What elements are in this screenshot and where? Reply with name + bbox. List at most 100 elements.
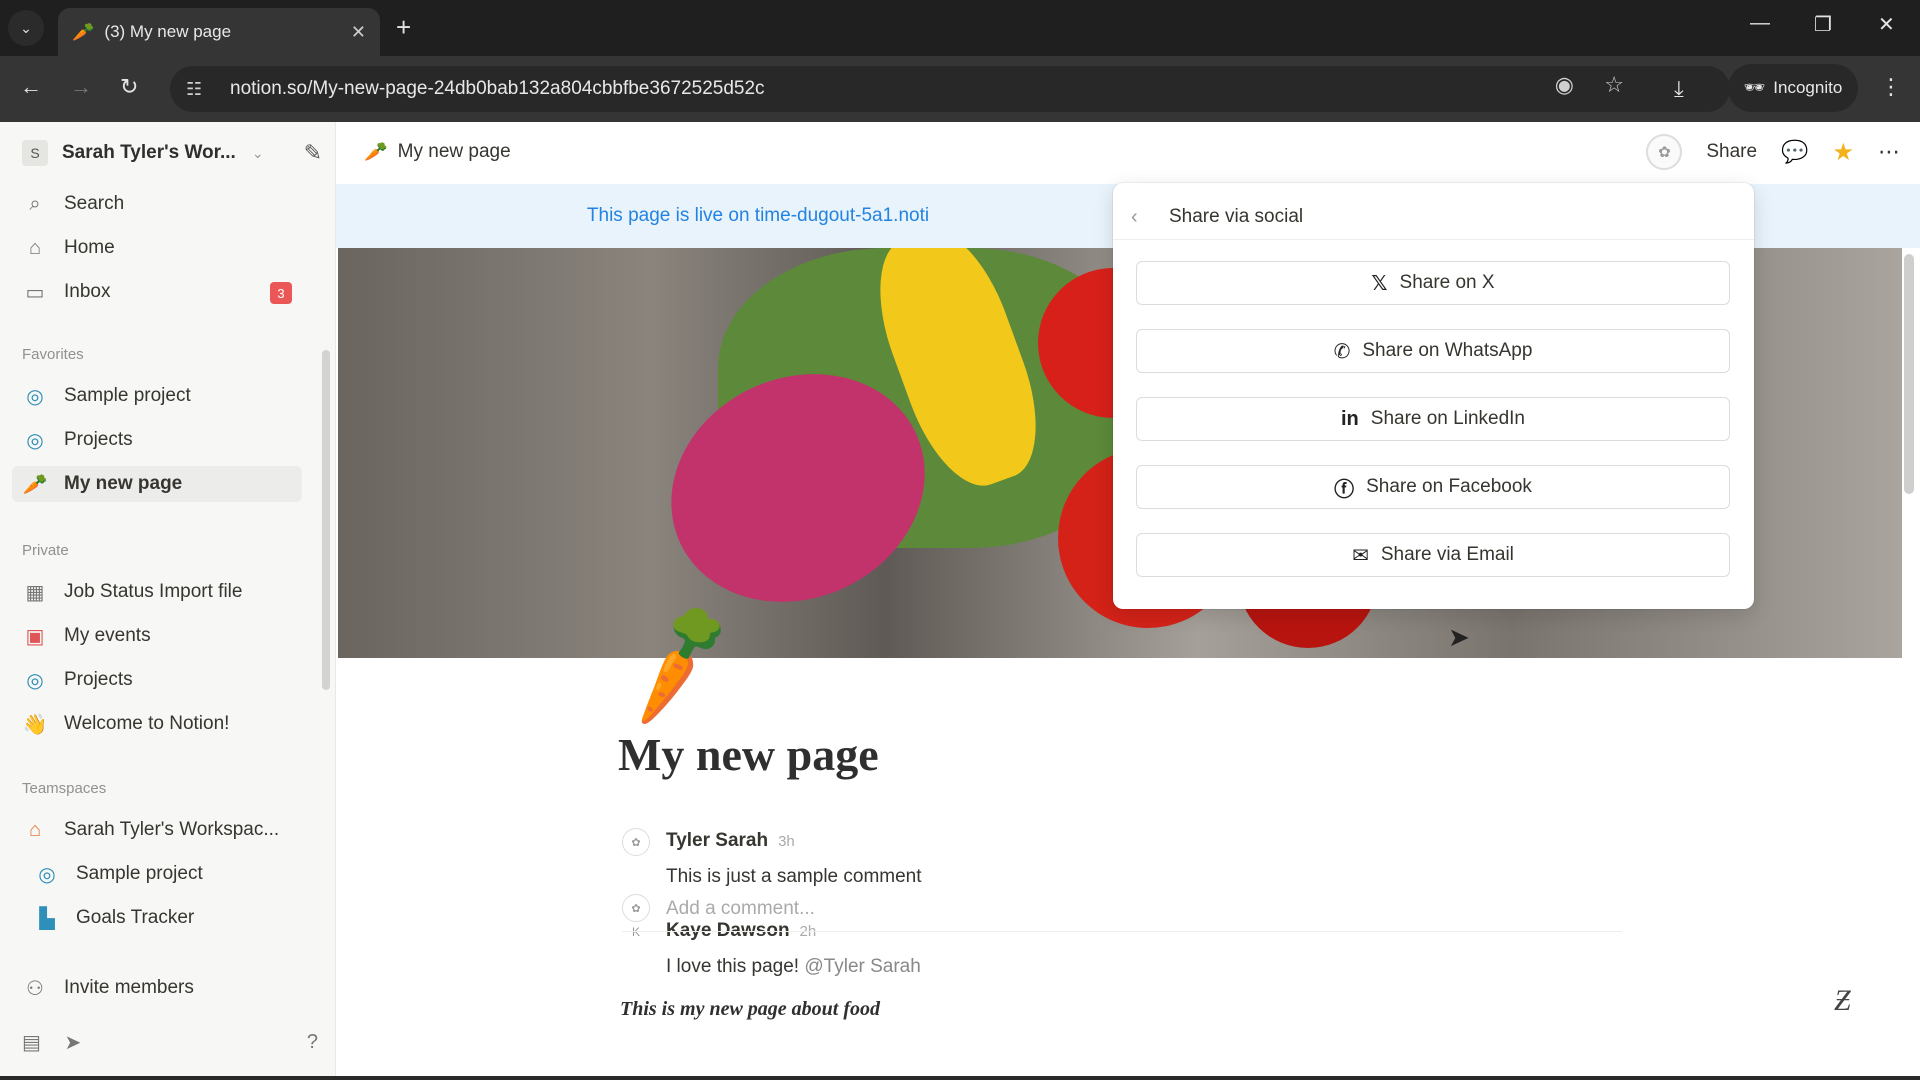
goals-icon: ▙ bbox=[39, 907, 55, 930]
close-window-icon[interactable]: ✕ bbox=[1878, 12, 1895, 37]
sidebar-item-label: My events bbox=[64, 625, 151, 646]
mouse-cursor-icon: ➤ bbox=[1448, 622, 1470, 652]
email-icon: ✉ bbox=[1352, 544, 1369, 567]
sidebar-item-projects-private[interactable]: ◎ Projects bbox=[22, 662, 318, 698]
workspace-avatar: S bbox=[22, 140, 48, 166]
teamspaces-heading: Teamspaces bbox=[22, 780, 107, 797]
project-icon: ◎ bbox=[26, 429, 44, 452]
share-on-x-button[interactable]: 𝕏 Share on X bbox=[1136, 261, 1730, 305]
share-via-social-popup: ‹ Share via social 𝕏 Share on X ✆ Share … bbox=[1113, 183, 1754, 609]
sidebar-item-label: Goals Tracker bbox=[76, 907, 195, 928]
share-button-label: Share on WhatsApp bbox=[1362, 340, 1533, 361]
site-info-icon[interactable]: ☷ bbox=[186, 79, 216, 100]
sidebar-item-label: Welcome to Notion! bbox=[64, 713, 230, 734]
page-title[interactable]: My new page bbox=[618, 728, 879, 781]
favorite-star-icon[interactable]: ★ bbox=[1832, 138, 1854, 167]
share-on-linkedin-button[interactable]: in Share on LinkedIn bbox=[1136, 397, 1730, 441]
help-icon[interactable]: ? bbox=[307, 1031, 318, 1054]
sidebar-item-label: Sample project bbox=[64, 385, 191, 406]
search-icon: ⌕ bbox=[29, 192, 41, 215]
comment-text-body: I love this page! bbox=[666, 956, 805, 977]
forward-icon[interactable]: → bbox=[70, 74, 92, 100]
popup-title: Share via social bbox=[1169, 206, 1304, 227]
chevron-down-icon[interactable]: ⌄ bbox=[252, 145, 264, 162]
tab-search-button[interactable]: ⌄ bbox=[8, 10, 44, 46]
invite-members-label: Invite members bbox=[64, 977, 194, 998]
download-icon[interactable]: ⤓ bbox=[1674, 76, 1684, 102]
sidebar-footer: ▤ ➤ ? bbox=[22, 1022, 318, 1062]
incognito-icon: 🕶 bbox=[1743, 78, 1766, 97]
live-page-banner-text[interactable]: This page is live on time-dugout-5a1.not… bbox=[587, 205, 929, 227]
browser-tab[interactable]: 🥕 (3) My new page ✕ bbox=[58, 8, 380, 56]
address-bar[interactable]: ☷ notion.so/My-new-page-24db0bab132a804c… bbox=[170, 66, 1730, 112]
window-bottom-edge bbox=[0, 1076, 1920, 1080]
sidebar-scrollbar[interactable] bbox=[322, 350, 330, 690]
favorites-heading: Favorites bbox=[22, 346, 84, 363]
inbox-count-badge: 3 bbox=[270, 282, 292, 304]
wave-icon: 👋 bbox=[22, 713, 48, 736]
page-scrollbar[interactable] bbox=[1904, 254, 1914, 494]
send-icon[interactable]: ➤ bbox=[64, 1030, 106, 1055]
workspace-switcher[interactable]: S Sarah Tyler's Wor... ⌄ ✎ bbox=[22, 136, 322, 170]
share-button-label: Share via Email bbox=[1380, 544, 1514, 565]
browser-toolbar: ← → ↻ ☷ notion.so/My-new-page-24db0bab13… bbox=[0, 56, 1920, 122]
minimize-icon[interactable]: — bbox=[1750, 12, 1770, 35]
breadcrumb-page-title: My new page bbox=[397, 141, 511, 162]
sidebar-item-job-status[interactable]: ▦ Job Status Import file bbox=[22, 574, 318, 610]
sidebar-item-welcome[interactable]: 👋 Welcome to Notion! bbox=[22, 706, 318, 742]
carrot-icon: 🥕 bbox=[364, 142, 388, 163]
sidebar-item-label: Sample project bbox=[76, 863, 203, 884]
share-button-label: Share on Facebook bbox=[1366, 476, 1532, 497]
topbar-actions: ✿ Share 💬 ★ ⋯ bbox=[1646, 134, 1900, 170]
workspace-name: Sarah Tyler's Wor... bbox=[62, 142, 236, 163]
share-on-facebook-button[interactable]: ⓕ Share on Facebook bbox=[1136, 465, 1730, 509]
share-via-email-button[interactable]: ✉ Share via Email bbox=[1136, 533, 1730, 577]
templates-icon[interactable]: ▤ bbox=[22, 1030, 64, 1055]
sidebar-item-goals-tracker[interactable]: ▙ Goals Tracker bbox=[34, 900, 330, 936]
sidebar-item-sample-project-team[interactable]: ◎ Sample project bbox=[34, 856, 330, 892]
back-icon[interactable]: ← bbox=[20, 74, 42, 100]
close-tab-icon[interactable]: ✕ bbox=[351, 22, 366, 43]
sidebar-item-my-new-page[interactable]: 🥕 My new page bbox=[12, 466, 302, 502]
comment-author: Tyler Sarah 3h bbox=[666, 830, 795, 852]
share-button[interactable]: Share bbox=[1706, 141, 1757, 163]
add-person-icon: ⚇ bbox=[26, 977, 44, 1000]
page-body-text[interactable]: This is my new page about food bbox=[620, 998, 880, 1021]
facebook-icon: ⓕ bbox=[1334, 478, 1355, 501]
back-chevron-icon[interactable]: ‹ bbox=[1131, 206, 1157, 229]
sidebar-item-projects[interactable]: ◎ Projects bbox=[22, 422, 318, 458]
sidebar-item-my-events[interactable]: ▣ My events bbox=[22, 618, 318, 654]
new-page-icon[interactable]: ✎ bbox=[304, 140, 322, 166]
eye-off-icon[interactable]: ◉ bbox=[1555, 72, 1574, 98]
sidebar-item-inbox[interactable]: ▭ Inbox 3 bbox=[22, 274, 318, 310]
comments-icon[interactable]: 💬 bbox=[1781, 139, 1808, 165]
home-icon: ⌂ bbox=[28, 236, 42, 259]
popup-header: ‹ Share via social bbox=[1131, 195, 1303, 239]
sidebar-item-label: Projects bbox=[64, 429, 133, 450]
page-topbar: 🥕 My new page ✿ Share 💬 ★ ⋯ bbox=[336, 122, 1920, 184]
sidebar-item-label: Search bbox=[64, 193, 125, 214]
sidebar-item-sample-project[interactable]: ◎ Sample project bbox=[22, 378, 318, 414]
share-on-whatsapp-button[interactable]: ✆ Share on WhatsApp bbox=[1136, 329, 1730, 373]
add-comment-input[interactable]: ✿ Add a comment... bbox=[622, 886, 1622, 932]
user-avatar[interactable]: ✿ bbox=[1646, 134, 1683, 170]
restore-icon[interactable]: ❐ bbox=[1814, 12, 1832, 37]
more-options-icon[interactable]: ⋯ bbox=[1878, 139, 1900, 165]
breadcrumb[interactable]: 🥕 My new page bbox=[364, 140, 511, 164]
bookmark-star-icon[interactable]: ☆ bbox=[1604, 72, 1624, 98]
mention-link[interactable]: @Tyler Sarah bbox=[804, 956, 920, 977]
notion-ai-icon[interactable]: Ƶ bbox=[1834, 984, 1851, 1018]
new-tab-button[interactable]: + bbox=[396, 12, 411, 43]
sidebar-item-teamspace[interactable]: ⌂ Sarah Tyler's Workspac... bbox=[22, 812, 318, 848]
incognito-badge[interactable]: 🕶 Incognito bbox=[1728, 64, 1858, 112]
reload-icon[interactable]: ↻ bbox=[120, 74, 138, 100]
invite-members-button[interactable]: ⚇ Invite members bbox=[22, 970, 318, 1006]
private-heading: Private bbox=[22, 542, 69, 559]
sidebar-item-home[interactable]: ⌂ Home bbox=[22, 230, 318, 266]
comment-text: This is just a sample comment bbox=[666, 866, 922, 887]
sidebar-item-search[interactable]: ⌕ Search bbox=[22, 186, 318, 222]
project-icon: ◎ bbox=[38, 863, 56, 886]
browser-menu-icon[interactable]: ⋮ bbox=[1880, 74, 1902, 100]
url-text: notion.so/My-new-page-24db0bab132a804cbb… bbox=[230, 78, 765, 99]
sidebar-item-label: Projects bbox=[64, 669, 133, 690]
